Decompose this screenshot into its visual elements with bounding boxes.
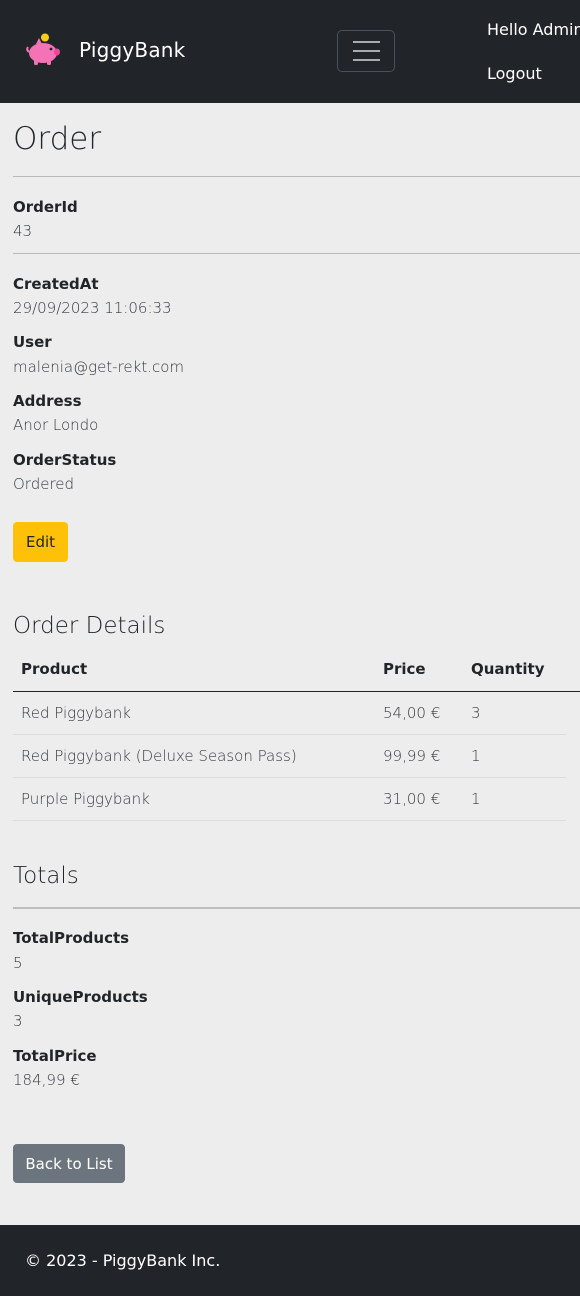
cell-product: Purple Piggybank [21, 790, 150, 808]
field-label-address: Address [13, 392, 82, 410]
field-value-totalprice: 184,99 € [13, 1071, 80, 1089]
piggy-bank-icon [26, 33, 60, 65]
divider [13, 253, 580, 254]
column-header-price: Price [383, 660, 426, 678]
field-value-createdat: 29/09/2023 11:06:33 [13, 299, 172, 317]
hamburger-menu-icon-bar [352, 59, 380, 61]
cell-price: 31,00 € [383, 790, 441, 808]
hamburger-menu-icon-bar [352, 50, 380, 52]
back-to-list-button[interactable]: Back to List [13, 1144, 125, 1183]
cell-price: 54,00 € [383, 704, 441, 722]
field-value-orderstatus: Ordered [13, 475, 75, 493]
field-value-orderid: 43 [13, 222, 33, 240]
field-label-user: User [13, 333, 52, 351]
field-label-orderid: OrderId [13, 198, 78, 216]
table-row: Purple Piggybank 31,00 € 1 [13, 778, 566, 821]
cell-quantity: 1 [471, 747, 481, 765]
page-title: Order [13, 121, 102, 157]
table-row: Red Piggybank (Deluxe Season Pass) 99,99… [13, 735, 566, 778]
field-label-totalprice: TotalPrice [13, 1047, 97, 1065]
user-greeting-link[interactable]: Hello Admin [487, 20, 580, 39]
field-label-uniqueproducts: UniqueProducts [13, 988, 148, 1006]
brand-link[interactable]: PiggyBank [25, 32, 185, 68]
footer-copyright: © 2023 - PiggyBank Inc. [25, 1251, 221, 1270]
column-header-product: Product [21, 660, 88, 678]
brand-name: PiggyBank [79, 38, 186, 62]
field-label-totalproducts: TotalProducts [13, 929, 130, 947]
edit-button[interactable]: Edit [13, 522, 68, 562]
hamburger-menu-icon-bar [352, 41, 380, 43]
divider [13, 907, 580, 909]
cell-price: 99,99 € [383, 747, 441, 765]
navbar: PiggyBank Hello Admin Logout [0, 0, 580, 103]
field-value-address: Anor Londo [13, 416, 99, 434]
cell-product: Red Piggybank [21, 704, 131, 722]
field-value-user: malenia@get-rekt.com [13, 358, 185, 376]
footer: © 2023 - PiggyBank Inc. [0, 1225, 580, 1296]
divider [13, 176, 580, 177]
field-label-createdat: CreatedAt [13, 275, 99, 293]
column-header-quantity: Quantity [471, 660, 545, 678]
order-details-heading: Order Details [13, 613, 166, 639]
order-details-table: Product Price Quantity Red Piggybank 54,… [13, 648, 580, 821]
navbar-toggle-button[interactable] [337, 30, 395, 72]
cell-quantity: 1 [471, 790, 481, 808]
table-header: Product Price Quantity [13, 648, 580, 692]
field-value-uniqueproducts: 3 [13, 1012, 23, 1030]
totals-heading: Totals [13, 863, 79, 889]
cell-product: Red Piggybank (Deluxe Season Pass) [21, 747, 297, 765]
field-value-totalproducts: 5 [13, 954, 23, 972]
table-row: Red Piggybank 54,00 € 3 [13, 692, 566, 735]
field-label-orderstatus: OrderStatus [13, 451, 117, 469]
logout-link[interactable]: Logout [487, 64, 542, 83]
cell-quantity: 3 [471, 704, 481, 722]
